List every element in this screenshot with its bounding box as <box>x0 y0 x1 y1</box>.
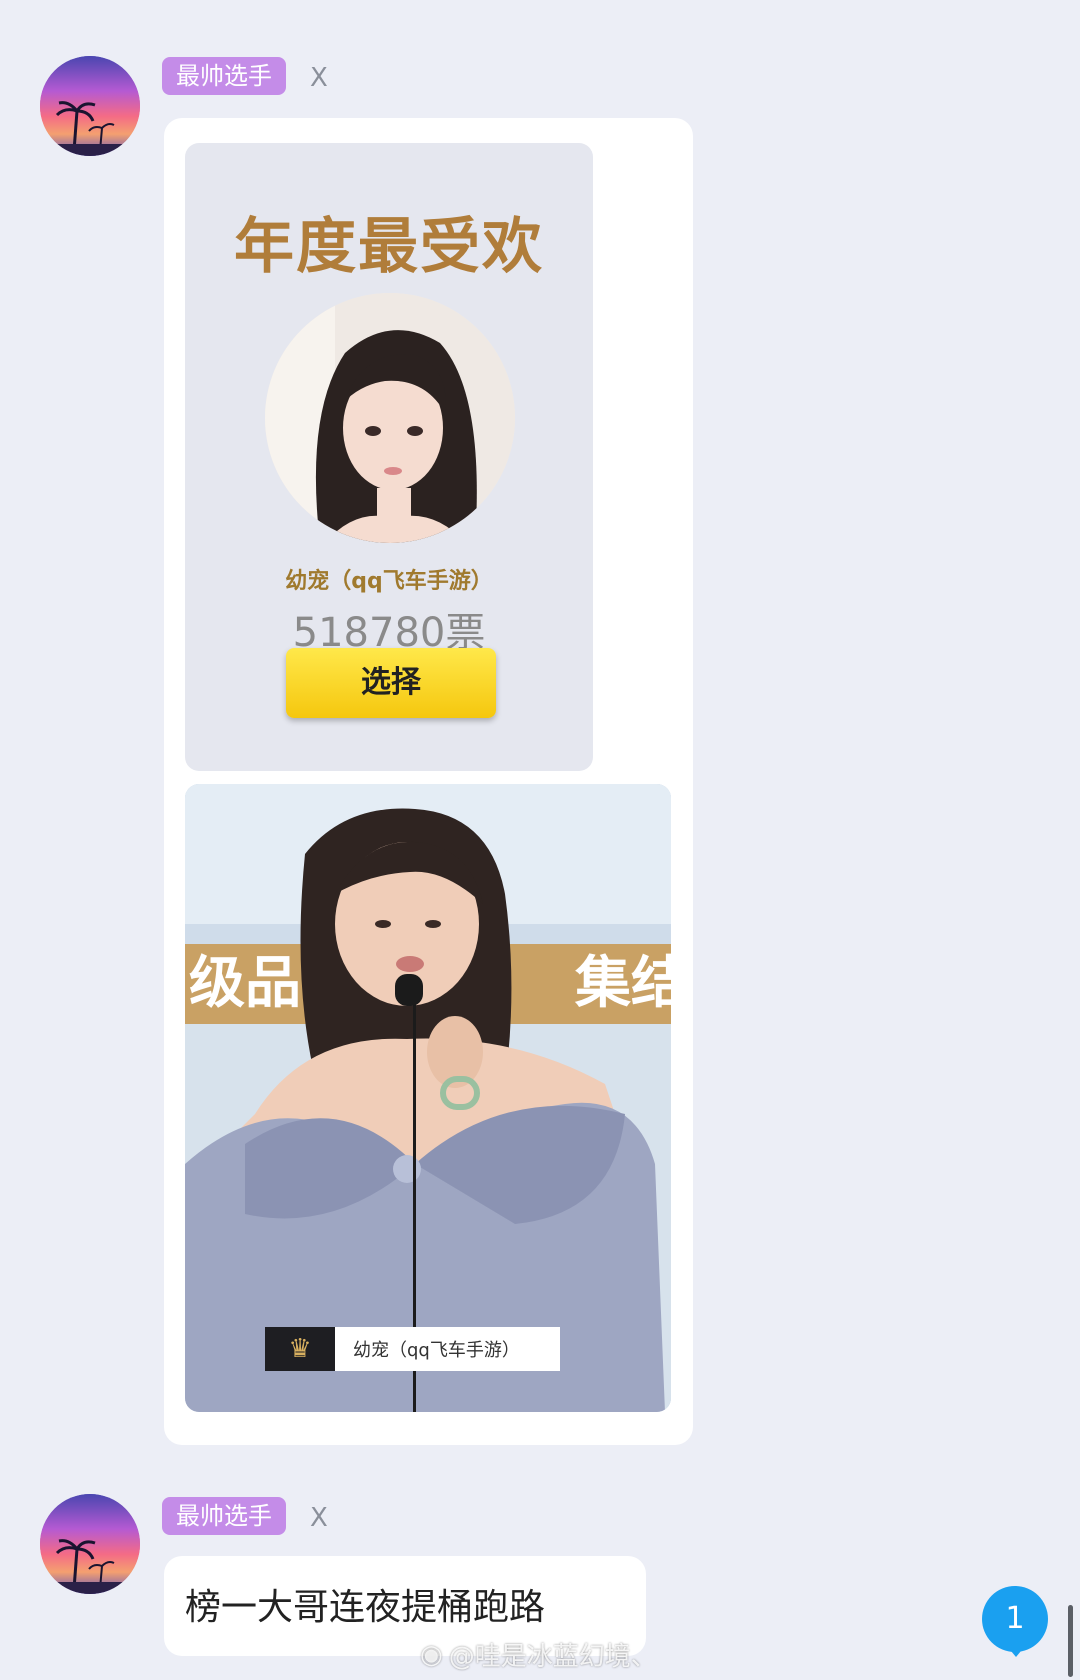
vote-card-image[interactable]: 年度最受欢 幼宠（qq飞车手游） 518780票 选择 <box>185 143 593 771</box>
contestant-photo <box>265 293 515 543</box>
vote-banner-title: 年度最受欢 <box>234 212 544 282</box>
weibo-icon: ◉ <box>420 1639 443 1670</box>
tag-close-icon[interactable]: X <box>310 1499 328 1537</box>
watermark: ◉ @哇是冰蓝幻境、 <box>420 1636 657 1673</box>
backdrop-text-left: 级品 <box>189 951 301 1016</box>
watermark-text: @哇是冰蓝幻境、 <box>448 1642 657 1672</box>
caption-text: 幼宠（qq飞车手游） <box>353 1340 520 1361</box>
sender-tag[interactable]: 最帅选手 <box>162 1497 286 1535</box>
scrollbar[interactable] <box>1068 1605 1073 1677</box>
unread-badge[interactable]: 1 <box>982 1586 1048 1652</box>
sender-tag[interactable]: 最帅选手 <box>162 57 286 95</box>
tag-close-icon[interactable]: X <box>310 59 328 97</box>
palm-sunset-icon <box>40 1494 140 1594</box>
contestant-name: 幼宠（qq飞车手游） <box>285 569 493 594</box>
trophy-icon: ♛ <box>265 1327 335 1371</box>
stage-photo-image[interactable]: 级品 集结 ♛ 幼宠（qq飞车手游） <box>185 784 671 1412</box>
palm-sunset-icon <box>40 56 140 156</box>
select-button[interactable]: 选择 <box>286 648 496 718</box>
badge-tail <box>1006 1645 1026 1657</box>
sender-avatar[interactable] <box>40 1494 140 1594</box>
sender-avatar[interactable] <box>40 56 140 156</box>
caption-bar: ♛ 幼宠（qq飞车手游） <box>265 1327 560 1371</box>
message-text: 榜一大哥连夜提桶跑路 <box>185 1587 546 1628</box>
backdrop-text-right: 集结 <box>574 951 671 1016</box>
